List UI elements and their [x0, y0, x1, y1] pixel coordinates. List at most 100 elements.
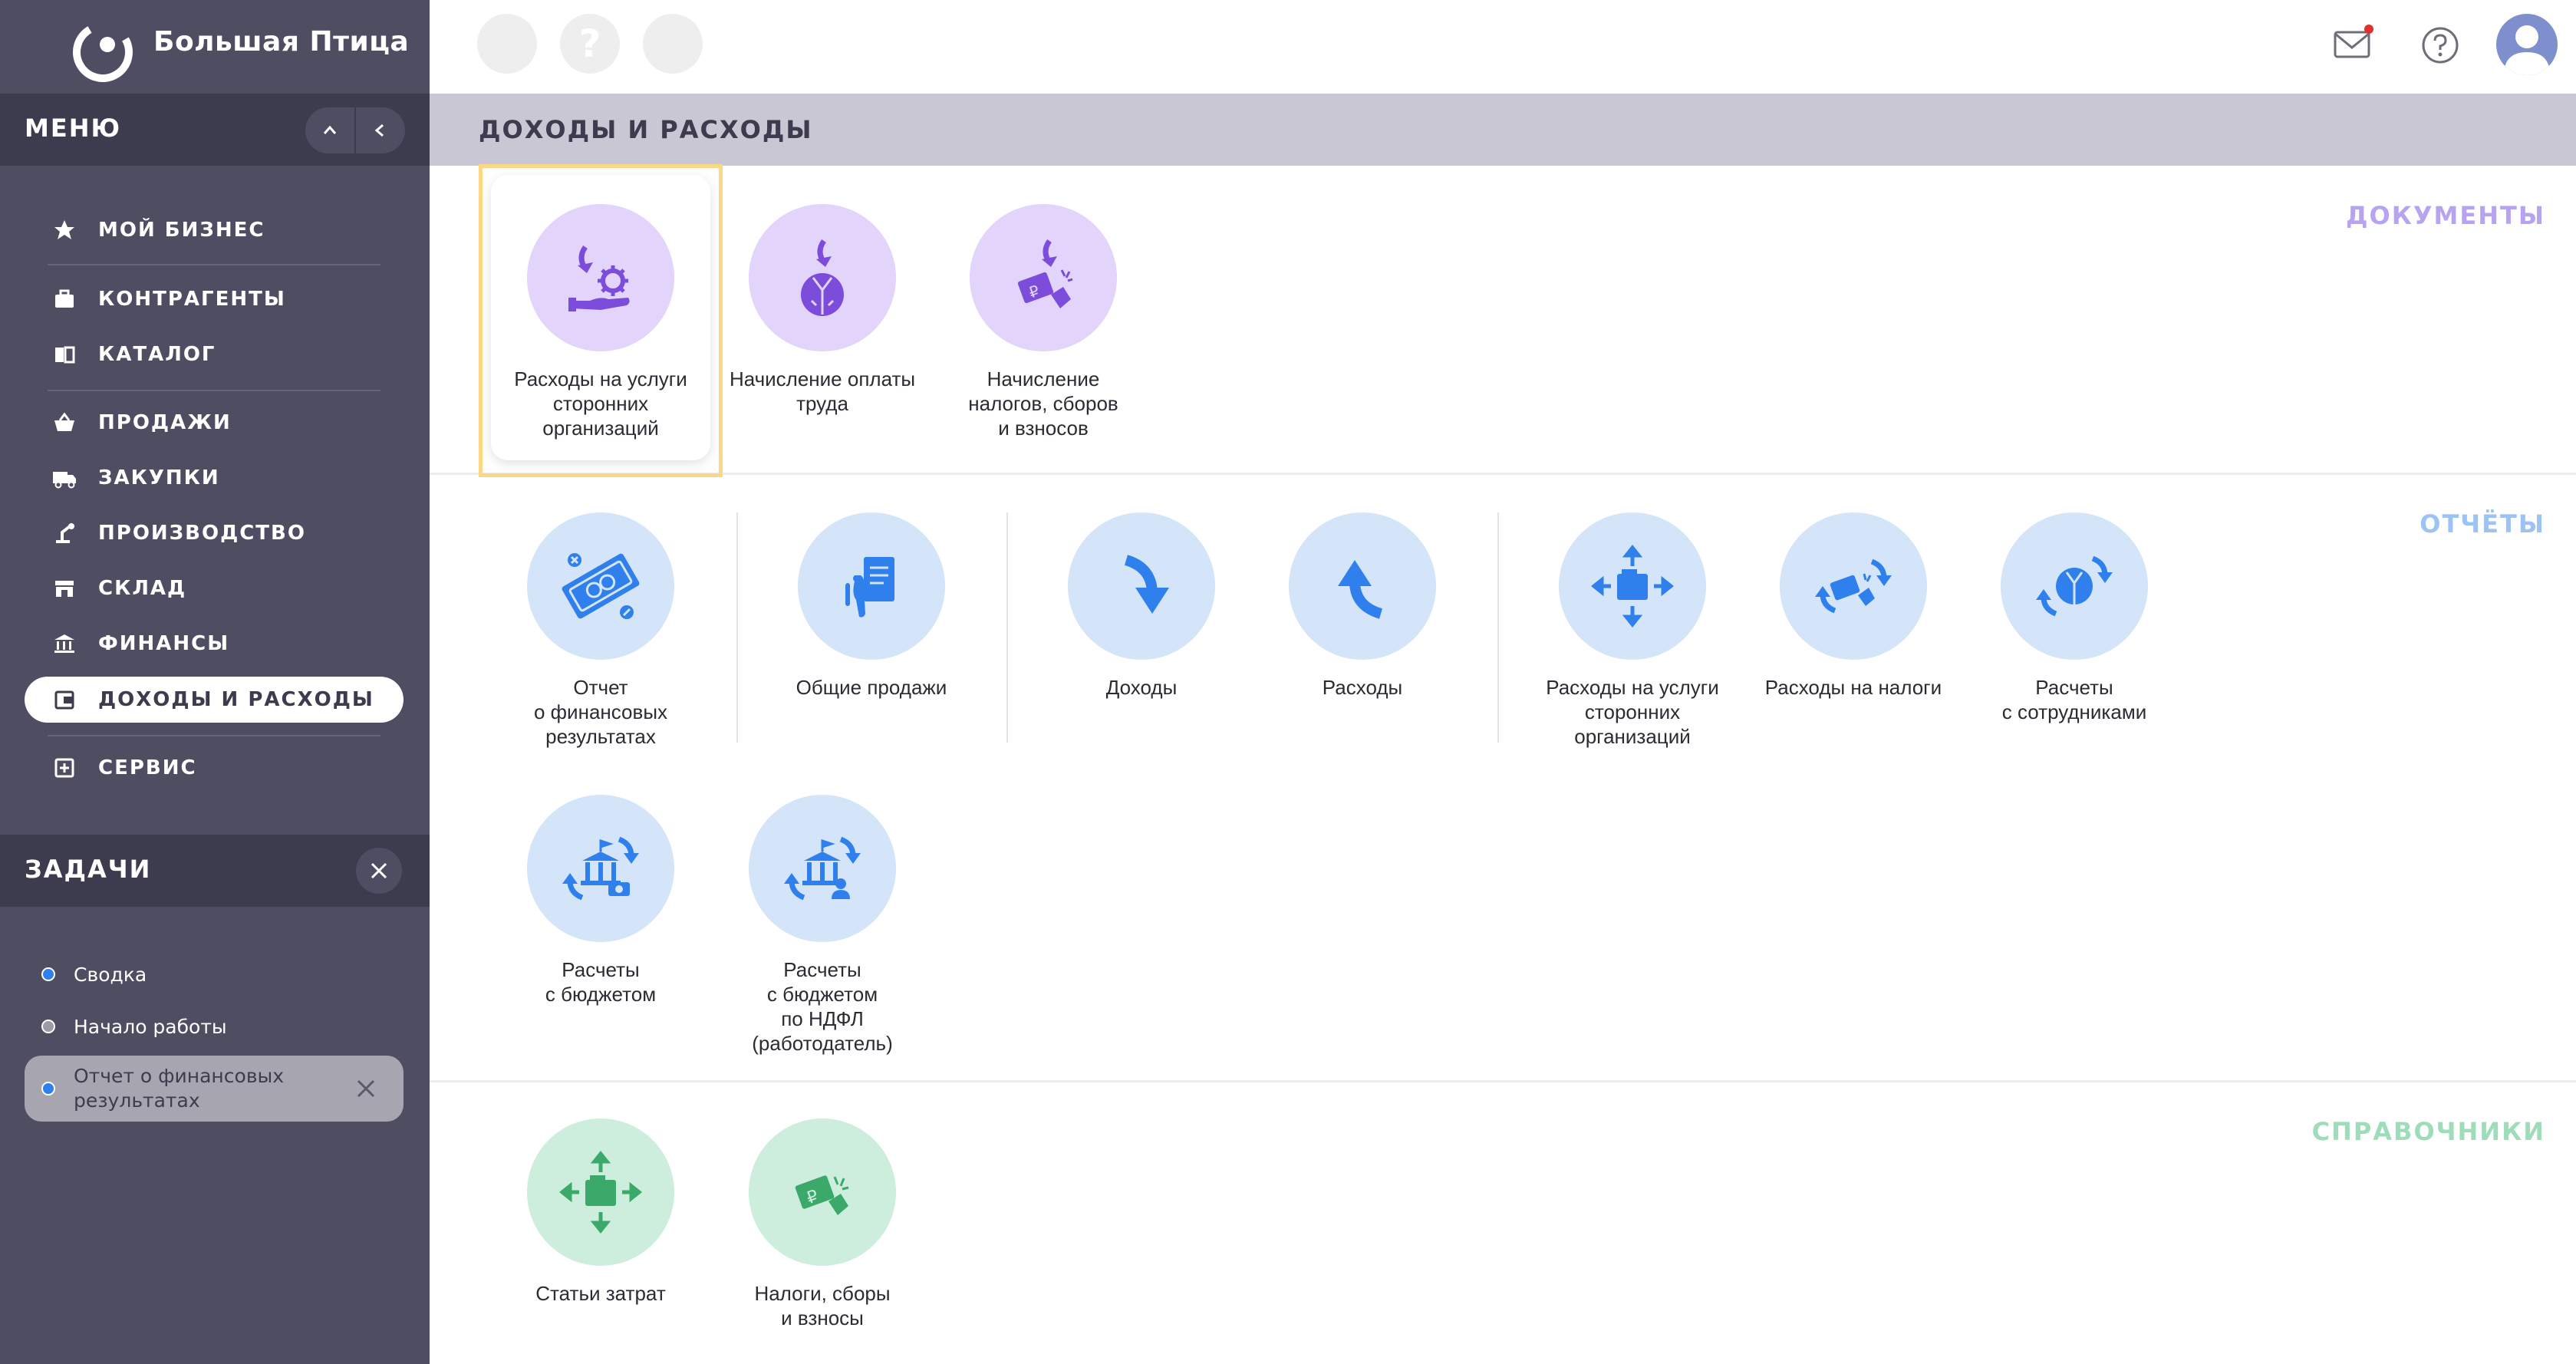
avatar[interactable] — [2496, 14, 2558, 75]
receipt-hand-icon — [845, 557, 894, 618]
tile-income-report[interactable]: Доходы — [1026, 512, 1257, 700]
tile-label: Расчеты с бюджетом — [545, 958, 657, 1006]
sidebar-item-service[interactable]: СЕРВИС — [25, 745, 404, 791]
close-icon[interactable] — [354, 1077, 377, 1100]
sidebar-item-label: ПРОДАЖИ — [98, 411, 232, 434]
sidebar-item-income-expenses[interactable]: ДОХОДЫ И РАСХОДЫ — [25, 677, 404, 723]
tile-label: Расходы на услуги сторонних организаций — [1546, 676, 1719, 748]
bank-icon — [49, 632, 80, 655]
mail-button[interactable] — [2332, 25, 2375, 66]
tile-icon-circle — [527, 512, 674, 660]
section-label-reports: ОТЧЁТЫ — [2420, 509, 2545, 539]
wallet-icon — [49, 688, 80, 711]
tile-icon-circle — [527, 204, 674, 351]
task-item-active[interactable]: Отчет о финансовых результатах — [25, 1056, 404, 1122]
budget-employee-exchange-icon — [784, 836, 861, 901]
tile-tax-expenses-report[interactable]: Расходы на налоги — [1738, 512, 1968, 700]
menu-controls — [305, 107, 405, 153]
tile-taxes-accrual-doc[interactable]: ₽ Начисление налогов, сборов и взносов — [928, 204, 1158, 440]
divider — [48, 390, 380, 391]
section-divider — [430, 1080, 2576, 1082]
collapse-up-button[interactable] — [305, 107, 356, 153]
page-title: ДОХОДЫ И РАСХОДЫ — [479, 115, 813, 144]
sidebar-item-label: СЕРВИС — [98, 756, 197, 779]
tile-label: Статьи затрат — [535, 1282, 666, 1305]
status-dot — [41, 1020, 55, 1033]
tile-icon-circle — [527, 1119, 674, 1266]
tile-third-party-services-doc[interactable]: Расходы на услуги сторонних организаций — [486, 204, 716, 440]
tax-exchange-icon — [1815, 558, 1892, 614]
tax-ticket-icon: ₽ — [795, 1175, 849, 1215]
chevron-up-icon — [323, 125, 337, 134]
group-divider — [736, 512, 738, 743]
task-item[interactable]: Начало работы — [25, 1013, 404, 1040]
book-icon — [49, 343, 80, 366]
collapse-left-button[interactable] — [356, 107, 405, 153]
tile-icon-circle — [749, 795, 896, 942]
tile-cost-items-reference[interactable]: Статьи затрат — [486, 1119, 716, 1306]
tile-expenses-report[interactable]: Расходы — [1247, 512, 1477, 700]
sidebar-item-counterparties[interactable]: КОНТРАГЕНТЫ — [25, 276, 404, 322]
sidebar-item-label: СКЛАД — [98, 577, 187, 600]
sidebar-item-warehouse[interactable]: СКЛАД — [25, 565, 404, 611]
status-dot — [41, 967, 55, 981]
tasks-header: ЗАДАЧИ — [0, 835, 430, 907]
toolbar-placeholder-button[interactable] — [643, 14, 703, 74]
tile-label: Начисление налогов, сборов и взносов — [968, 367, 1118, 440]
task-item[interactable]: Сводка — [25, 960, 404, 988]
tile-icon-circle — [527, 795, 674, 942]
tile-payroll-doc[interactable]: Начисление оплаты труда — [707, 204, 937, 416]
tile-financial-results-report[interactable]: Отчет о финансовых результатах — [486, 512, 716, 749]
tile-icon-circle — [1068, 512, 1215, 660]
help-button-grey[interactable]: ? — [560, 14, 620, 74]
tile-label: Общие продажи — [796, 676, 947, 699]
menu-header: МЕНЮ — [0, 94, 430, 166]
tile-icon-circle — [1559, 512, 1706, 660]
topbar: ? — [430, 0, 2576, 94]
tile-budget-ndfl-report[interactable]: Расчеты с бюджетом по НДФЛ (работодатель… — [707, 795, 937, 1056]
section-label-references: СПРАВОЧНИКИ — [2311, 1117, 2545, 1146]
notification-dot — [2364, 25, 2373, 34]
task-label: Отчет о финансовых результатах — [74, 1065, 285, 1112]
star-icon — [49, 219, 80, 242]
tile-taxes-fees-reference[interactable]: ₽ Налоги, сборы и взносы — [707, 1119, 937, 1330]
tile-icon-circle — [749, 204, 896, 351]
section-label-documents: ДОКУМЕНТЫ — [2346, 201, 2545, 230]
basket-icon — [49, 411, 80, 434]
tile-budget-settlements-report[interactable]: Расчеты с бюджетом — [486, 795, 716, 1007]
toolbar-placeholder-button[interactable] — [477, 14, 537, 74]
sidebar-item-label: ФИНАНСЫ — [98, 632, 230, 655]
help-button[interactable] — [2421, 26, 2459, 68]
close-icon — [371, 862, 387, 879]
mail-icon — [2334, 25, 2373, 58]
tile-label: Отчет о финансовых результатах — [533, 676, 668, 748]
tile-label: Начисление оплаты труда — [729, 367, 916, 415]
logo[interactable]: Большая Птица — [0, 0, 430, 94]
store-icon — [49, 577, 80, 600]
sidebar-item-finance[interactable]: ФИНАНСЫ — [25, 621, 404, 667]
tile-employee-settlements-report[interactable]: Расчеты с сотрудниками — [1959, 512, 2189, 724]
tile-label: Расчеты с бюджетом по НДФЛ (работодатель… — [752, 958, 893, 1055]
hand-gear-icon — [568, 245, 630, 311]
help-icon — [2422, 27, 2459, 64]
sidebar-item-sales[interactable]: ПРОДАЖИ — [25, 400, 404, 446]
arrow-up-curve-icon — [1338, 560, 1383, 619]
tile-label: Расходы на налоги — [1764, 676, 1942, 699]
tile-icon-circle: ₽ — [970, 204, 1117, 351]
user-icon — [2504, 25, 2550, 75]
sidebar-item-purchases[interactable]: ЗАКУПКИ — [25, 455, 404, 501]
sidebar-item-label: ДОХОДЫ И РАСХОДЫ — [98, 688, 374, 711]
section-divider — [430, 473, 2576, 475]
tile-third-party-services-report[interactable]: Расходы на услуги сторонних организаций — [1517, 512, 1748, 749]
tile-label: Налоги, сборы и взносы — [754, 1282, 891, 1329]
sidebar-item-catalog[interactable]: КАТАЛОГ — [25, 331, 404, 377]
sidebar-item-production[interactable]: ПРОИЗВОДСТВО — [25, 510, 404, 556]
truck-icon — [49, 466, 80, 489]
tile-general-sales-report[interactable]: Общие продажи — [756, 512, 987, 700]
tasks-close-button[interactable] — [356, 848, 402, 894]
chevron-left-icon — [374, 124, 384, 137]
sidebar-item-my-business[interactable]: МОЙ БИЗНЕС — [25, 207, 404, 253]
service-icon — [49, 756, 80, 779]
tile-label: Расходы — [1322, 676, 1403, 699]
group-divider — [1497, 512, 1499, 743]
